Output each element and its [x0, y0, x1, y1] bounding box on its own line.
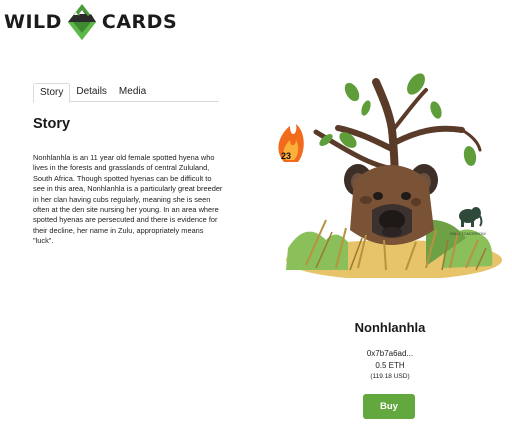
tab-details[interactable]: Details: [70, 83, 113, 102]
sponsor-mark: WILD TOMORROW: [450, 231, 486, 236]
card-price-usd: (119.18 USD): [370, 373, 410, 380]
tab-bar: Story Details Media: [33, 83, 219, 103]
brand-word-left: WILD: [4, 11, 62, 33]
tab-media[interactable]: Media: [113, 83, 152, 102]
story-title: Story: [33, 116, 71, 132]
brand-logo[interactable]: WILD CARDS: [4, 2, 177, 42]
story-body: Nonhlanhla is an 11 year old female spot…: [33, 153, 223, 246]
buy-button[interactable]: Buy: [363, 394, 415, 419]
card-address: 0x7b7a6ad...: [366, 349, 414, 358]
tab-story[interactable]: Story: [33, 83, 71, 103]
card-name: Nonhlanhla: [354, 320, 426, 335]
card-price: 0.5 ETH: [375, 361, 405, 370]
hyena-card-illustration: 23 WILD TOMORROW: [278, 73, 502, 278]
brand-word-right: CARDS: [101, 11, 178, 33]
fire-badge-number: 23: [281, 151, 291, 161]
mountain-diamond-icon: [67, 4, 96, 40]
elephant-icon: [459, 207, 483, 227]
